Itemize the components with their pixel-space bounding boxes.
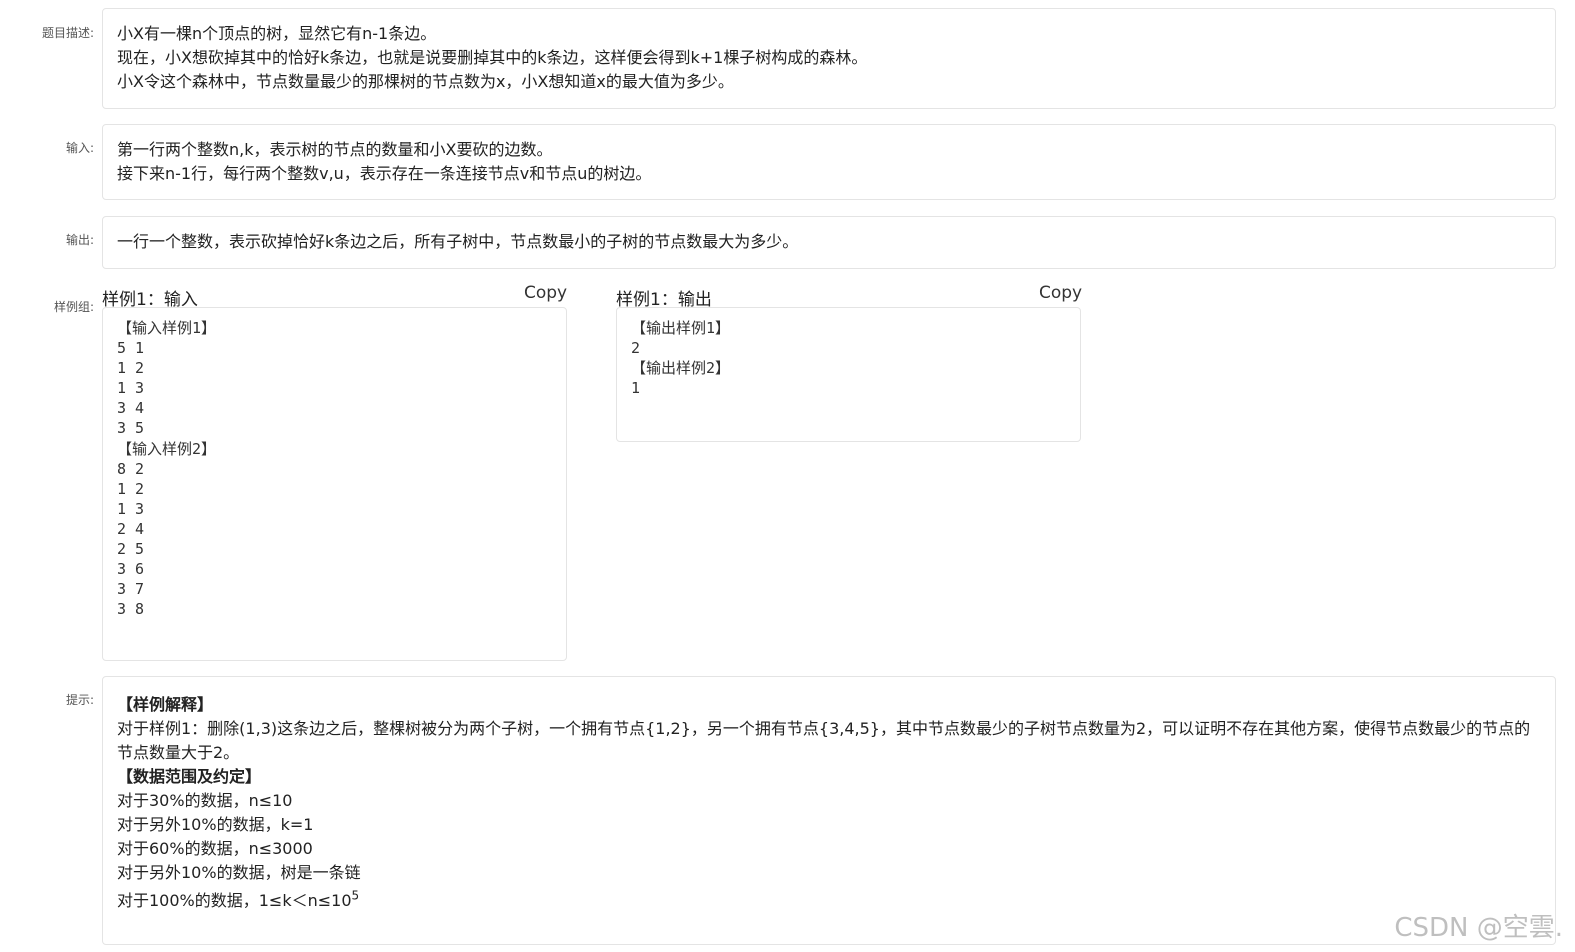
hint-range-line: 对于另外10%的数据，树是一条链 xyxy=(117,863,361,882)
output-label: 输出: xyxy=(65,233,94,247)
input-line: 第一行两个整数n,k，表示树的节点的数量和小X要砍的边数。 xyxy=(117,140,553,159)
hint-range-line: 对于另外10%的数据，k=1 xyxy=(117,815,314,834)
hint-range-line: 对于60%的数据，n≤3000 xyxy=(117,839,313,858)
csdn-watermark: CSDN @空雲. xyxy=(1394,913,1563,943)
description-line: 小X令这个森林中，节点数量最少的那棵树的节点数为x，小X想知道x的最大值为多少。 xyxy=(117,72,734,91)
hint-label: 提示: xyxy=(65,693,94,707)
copy-input-button[interactable]: Copy xyxy=(524,283,567,303)
hint-explain-text: 对于样例1：删除(1,3)这条边之后，整棵树被分为两个子树，一个拥有节点{1,2… xyxy=(117,719,1531,762)
hint-range-title: 【数据范围及约定】 xyxy=(117,767,262,786)
hint-last-line-text: 对于100%的数据，1≤k＜n≤10 xyxy=(117,891,352,910)
output-line: 一行一个整数，表示砍掉恰好k条边之后，所有子树中，节点数最小的子树的节点数最大为… xyxy=(117,232,799,251)
description-line: 小X有一棵n个顶点的树，显然它有n-1条边。 xyxy=(117,24,437,43)
hint-box: 【样例解释】 对于样例1：删除(1,3)这条边之后，整棵树被分为两个子树，一个拥… xyxy=(102,676,1556,945)
description-line: 现在，小X想砍掉其中的恰好k条边，也就是说要删掉其中的k条边，这样便会得到k+1… xyxy=(117,48,868,67)
hint-range-line: 对于30%的数据，n≤10 xyxy=(117,791,293,810)
hint-explain-title: 【样例解释】 xyxy=(117,695,214,714)
description-label: 题目描述: xyxy=(41,26,94,40)
hint-range-line-last: 对于100%的数据，1≤k＜n≤105 xyxy=(117,889,1541,913)
hint-last-line-exponent: 5 xyxy=(351,888,360,903)
copy-output-button[interactable]: Copy xyxy=(1039,283,1082,303)
sample-output-box: 【输出样例1】 2 【输出样例2】 1 xyxy=(616,307,1081,442)
samples-label: 样例组: xyxy=(53,300,94,314)
input-line: 接下来n-1行，每行两个整数v,u，表示存在一条连接节点v和节点u的树边。 xyxy=(117,164,652,183)
description-box: 小X有一棵n个顶点的树，显然它有n-1条边。 现在，小X想砍掉其中的恰好k条边，… xyxy=(102,8,1556,109)
sample-input-box: 【输入样例1】 5 1 1 2 1 3 3 4 3 5 【输入样例2】 8 2 … xyxy=(102,307,567,661)
input-label: 输入: xyxy=(65,141,94,155)
output-box: 一行一个整数，表示砍掉恰好k条边之后，所有子树中，节点数最小的子树的节点数最大为… xyxy=(102,216,1556,269)
input-box: 第一行两个整数n,k，表示树的节点的数量和小X要砍的边数。 接下来n-1行，每行… xyxy=(102,124,1556,200)
